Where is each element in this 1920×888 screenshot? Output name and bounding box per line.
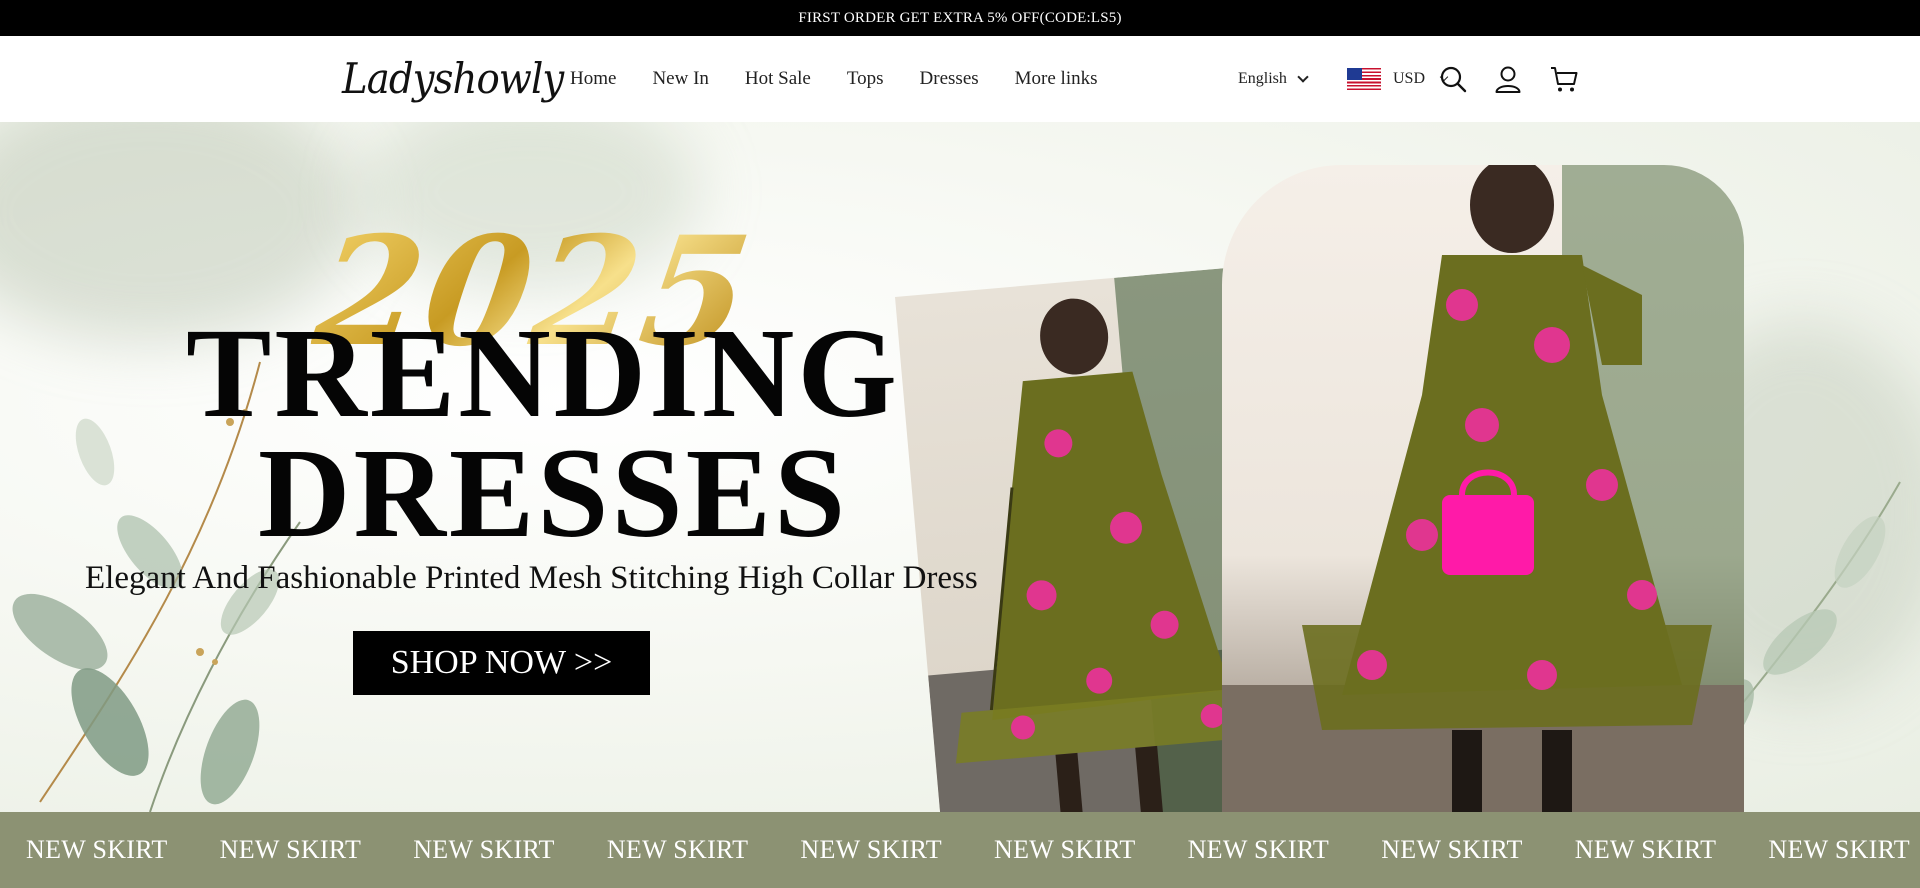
nav-tops[interactable]: Tops	[847, 68, 884, 90]
ticker-item[interactable]: NEW SKIRT	[774, 835, 968, 865]
hero-title-line2: DRESSES	[258, 422, 849, 564]
ticker-item[interactable]: NEW SKIRT	[1742, 835, 1920, 865]
ticker-item[interactable]: NEW SKIRT	[1549, 835, 1743, 865]
ticker-item[interactable]: NEW SKIRT	[0, 835, 194, 865]
ticker-item[interactable]: NEW SKIRT	[581, 835, 775, 865]
nav-dresses[interactable]: Dresses	[920, 68, 979, 90]
announcement-text: FIRST ORDER GET EXTRA 5% OFF(CODE:LS5)	[798, 9, 1122, 26]
dress-front-figure	[1222, 165, 1744, 812]
hero-banner[interactable]: 2025 TRENDING DRESSES Elegant And Fashio…	[0, 122, 1920, 812]
cart-icon	[1551, 67, 1578, 92]
ticker-item[interactable]: NEW SKIRT	[1162, 835, 1356, 865]
ticker-item[interactable]: NEW SKIRT	[968, 835, 1162, 865]
currency-label: USD	[1393, 70, 1426, 87]
account-icon	[1495, 66, 1521, 93]
search-button[interactable]	[1437, 63, 1469, 95]
chevron-down-icon	[1297, 70, 1309, 83]
cart-button[interactable]	[1548, 63, 1580, 95]
nav-new-in[interactable]: New In	[652, 68, 708, 90]
nav-hot-sale[interactable]: Hot Sale	[745, 68, 811, 90]
currency-selector[interactable]: USD	[1347, 36, 1449, 122]
site-header: Ladyshowly Home New In Hot Sale Tops Dre…	[0, 36, 1920, 122]
search-icon	[1440, 66, 1467, 93]
hero-subtitle: Elegant And Fashionable Printed Mesh Sti…	[85, 560, 978, 596]
product-photo-main[interactable]	[1222, 165, 1744, 812]
language-label: English	[1238, 70, 1287, 87]
marquee-ticker: NEW SKIRT NEW SKIRT NEW SKIRT NEW SKIRT …	[0, 812, 1920, 888]
account-button[interactable]	[1492, 63, 1524, 95]
shop-now-button[interactable]: SHOP NOW >>	[353, 631, 650, 695]
ticker-item[interactable]: NEW SKIRT	[387, 835, 581, 865]
us-flag-icon	[1347, 68, 1381, 90]
site-logo[interactable]: Ladyshowly	[342, 54, 564, 103]
language-selector[interactable]: English	[1238, 36, 1309, 122]
nav-more-links[interactable]: More links	[1015, 68, 1098, 90]
main-nav: Home New In Hot Sale Tops Dresses More l…	[570, 36, 1098, 122]
ticker-item[interactable]: NEW SKIRT	[194, 835, 388, 865]
nav-home[interactable]: Home	[570, 68, 616, 90]
announcement-bar: FIRST ORDER GET EXTRA 5% OFF(CODE:LS5)	[0, 0, 1920, 36]
ticker-item[interactable]: NEW SKIRT	[1355, 835, 1549, 865]
